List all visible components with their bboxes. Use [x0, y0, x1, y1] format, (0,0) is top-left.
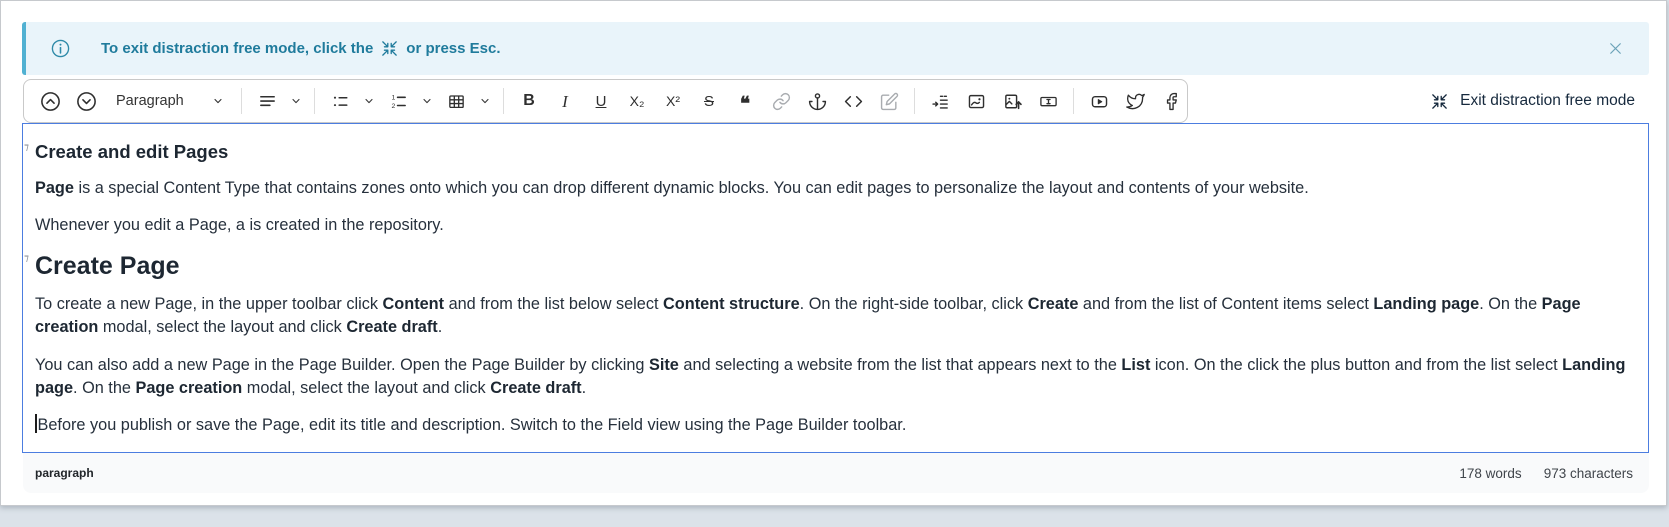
edit-icon	[880, 92, 899, 111]
editor-toolbar: Paragraph B I U X₂ X² S ❝	[23, 79, 1188, 123]
superscript-icon: X²	[666, 94, 680, 108]
bold-icon: B	[523, 93, 535, 109]
insert-table-button[interactable]	[439, 85, 473, 117]
exit-distraction-free-label: Exit distraction free mode	[1460, 92, 1635, 110]
youtube-button[interactable]	[1082, 85, 1116, 117]
text-cursor	[35, 414, 37, 433]
insert-custom-tag-button[interactable]	[923, 85, 957, 117]
facebook-button[interactable]	[1154, 85, 1188, 117]
underline-button[interactable]: U	[584, 85, 618, 117]
editor-paragraph[interactable]: To create a new Page, in the upper toolb…	[35, 293, 1635, 339]
italic-icon: I	[562, 93, 568, 110]
editor-paragraph[interactable]: Whenever you edit a Page, a is created i…	[35, 214, 1635, 237]
move-up-icon	[40, 91, 61, 112]
bulleted-list-dropdown-button[interactable]	[359, 85, 379, 117]
input-field-button[interactable]	[1031, 85, 1065, 117]
anchor-button[interactable]	[800, 85, 834, 117]
italic-button[interactable]: I	[548, 85, 582, 117]
word-count: 178 words	[1459, 466, 1521, 481]
toolbar-separator	[1073, 88, 1074, 114]
source-editing-button[interactable]	[872, 85, 906, 117]
chevron-down-icon	[479, 95, 491, 107]
image-icon	[967, 92, 986, 111]
character-count: 973 characters	[1544, 466, 1633, 481]
block-type-label: paragraph	[35, 466, 94, 480]
underline-icon: U	[596, 94, 607, 109]
facebook-icon	[1162, 92, 1181, 111]
twitter-icon	[1126, 92, 1145, 111]
exit-distraction-free-button[interactable]: Exit distraction free mode	[1430, 92, 1649, 111]
heading-marker-icon: ⁊	[24, 253, 29, 264]
insert-image-button[interactable]	[959, 85, 993, 117]
numbered-list-icon	[389, 92, 408, 111]
counts: 178 words 973 characters	[1459, 466, 1633, 481]
toolbar-separator	[241, 88, 242, 114]
editor-content: ⁊Create and edit Pages Page is a special …	[35, 141, 1635, 437]
banner-message: To exit distraction free mode, click the…	[101, 39, 501, 58]
paragraph-style-value: Paragraph	[116, 93, 184, 109]
numbered-list-dropdown-button[interactable]	[417, 85, 437, 117]
editor-window: To exit distraction free mode, click the…	[0, 0, 1667, 506]
code-button[interactable]	[836, 85, 870, 117]
move-down-icon	[76, 91, 97, 112]
banner-text-before: To exit distraction free mode, click the	[101, 40, 373, 57]
input-field-icon	[1039, 92, 1058, 111]
editor-heading[interactable]: ⁊Create Page	[35, 252, 1635, 281]
banner-text-after: or press Esc.	[406, 40, 500, 57]
toolbar-row: Paragraph B I U X₂ X² S ❝	[23, 79, 1649, 123]
toolbar-separator	[503, 88, 504, 114]
heading-marker-icon: ⁊	[24, 142, 29, 153]
chevron-down-icon	[363, 95, 375, 107]
paragraph-style-dropdown[interactable]: Paragraph	[106, 85, 232, 117]
move-down-button[interactable]	[69, 85, 103, 117]
table-icon	[447, 92, 466, 111]
image-upload-icon	[1003, 92, 1022, 111]
info-circle-icon	[50, 38, 71, 59]
editor-paragraph[interactable]: Before you publish or save the Page, edi…	[35, 414, 1635, 437]
info-banner: To exit distraction free mode, click the…	[22, 22, 1649, 75]
strikethrough-icon: S	[704, 94, 714, 109]
subscript-button[interactable]: X₂	[620, 85, 654, 117]
block-quote-icon: ❝	[740, 91, 750, 110]
bulleted-list-button[interactable]	[323, 85, 357, 117]
chevron-down-icon	[212, 95, 224, 107]
twitter-button[interactable]	[1118, 85, 1152, 117]
editor-heading[interactable]: ⁊Create and edit Pages	[35, 141, 1635, 163]
chevron-down-icon	[290, 95, 302, 107]
bold-button[interactable]: B	[512, 85, 546, 117]
strikethrough-button[interactable]: S	[692, 85, 726, 117]
move-up-button[interactable]	[33, 85, 67, 117]
distraction-free-editor-screen: To exit distraction free mode, click the…	[0, 0, 1669, 527]
bulleted-list-icon	[331, 92, 350, 111]
link-button[interactable]	[764, 85, 798, 117]
link-icon	[772, 92, 791, 111]
insert-block-icon	[931, 92, 950, 111]
numbered-list-button[interactable]	[381, 85, 415, 117]
superscript-button[interactable]: X²	[656, 85, 690, 117]
editor-paragraph[interactable]: Page is a special Content Type that cont…	[35, 177, 1635, 200]
toolbar-separator	[314, 88, 315, 114]
insert-table-dropdown-button[interactable]	[475, 85, 495, 117]
anchor-icon	[808, 92, 827, 111]
chevron-down-icon	[421, 95, 433, 107]
text-alignment-button[interactable]	[250, 85, 284, 117]
subscript-icon: X₂	[630, 94, 645, 108]
code-icon	[844, 92, 863, 111]
status-bar: paragraph 178 words 973 characters	[23, 453, 1649, 493]
toolbar-separator	[914, 88, 915, 114]
close-icon[interactable]	[1602, 35, 1629, 62]
text-alignment-dropdown-button[interactable]	[286, 85, 306, 117]
align-left-icon	[258, 92, 277, 111]
youtube-icon	[1090, 92, 1109, 111]
upload-image-button[interactable]	[995, 85, 1029, 117]
compress-icon	[380, 39, 399, 58]
editor-paragraph[interactable]: You can also add a new Page in the Page …	[35, 354, 1635, 400]
block-quote-button[interactable]: ❝	[728, 85, 762, 117]
compress-icon	[1430, 92, 1449, 111]
rich-text-editor[interactable]: ⁊Create and edit Pages Page is a special …	[22, 123, 1649, 453]
